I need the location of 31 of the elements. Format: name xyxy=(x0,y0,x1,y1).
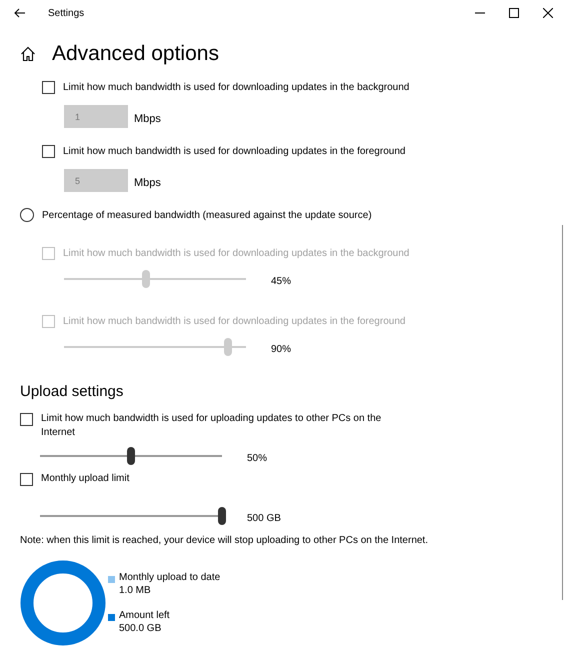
checkbox-label: Monthly upload limit xyxy=(41,472,130,486)
checkbox-label: Limit how much bandwidth is used for uploading updates to other PCs on the Internet xyxy=(41,412,382,440)
back-icon[interactable] xyxy=(14,8,26,18)
radio-button[interactable] xyxy=(20,208,34,222)
slider-thumb[interactable] xyxy=(218,507,226,525)
legend-value: 500.0 GB xyxy=(119,622,162,635)
legend-label: Amount left xyxy=(119,609,170,622)
scrollbar[interactable] xyxy=(562,225,563,600)
slider-value: 90% xyxy=(271,344,292,354)
unit-label: Mbps xyxy=(134,177,161,189)
section-title: Upload settings xyxy=(20,383,124,400)
unit-label: Mbps xyxy=(134,113,161,125)
checkbox-label: Limit how much bandwidth is used for downloading updates in the background xyxy=(63,248,410,258)
home-icon[interactable] xyxy=(20,46,36,62)
slider-value: 50% xyxy=(247,452,268,464)
checkbox-label: Limit how much bandwidth is used for downloading updates in the background xyxy=(63,82,410,92)
slider-value: 500 GB xyxy=(247,512,281,524)
checkbox-label: Limit how much bandwidth is used for downloading updates in the foreground xyxy=(63,316,406,326)
checkbox-label: Limit how much bandwidth is used for downloading updates in the foreground xyxy=(63,146,406,156)
legend-label: Monthly upload to date xyxy=(119,571,220,584)
slider-value: 45% xyxy=(271,276,292,286)
checkbox[interactable] xyxy=(20,473,33,486)
maximize-icon[interactable] xyxy=(509,8,519,18)
slider-thumb[interactable] xyxy=(127,447,135,465)
close-icon[interactable] xyxy=(543,8,553,18)
radio-label: Percentage of measured bandwidth (measured against the update source) xyxy=(42,210,372,220)
window-title: Settings xyxy=(48,8,84,18)
page-title: Advanced options xyxy=(52,42,219,66)
note-text: Note: when this limit is reached, your device will stop uploading to other PCs on the Internet. xyxy=(20,534,429,548)
legend-value: 1.0 MB xyxy=(119,584,152,597)
checkbox[interactable] xyxy=(20,413,33,426)
